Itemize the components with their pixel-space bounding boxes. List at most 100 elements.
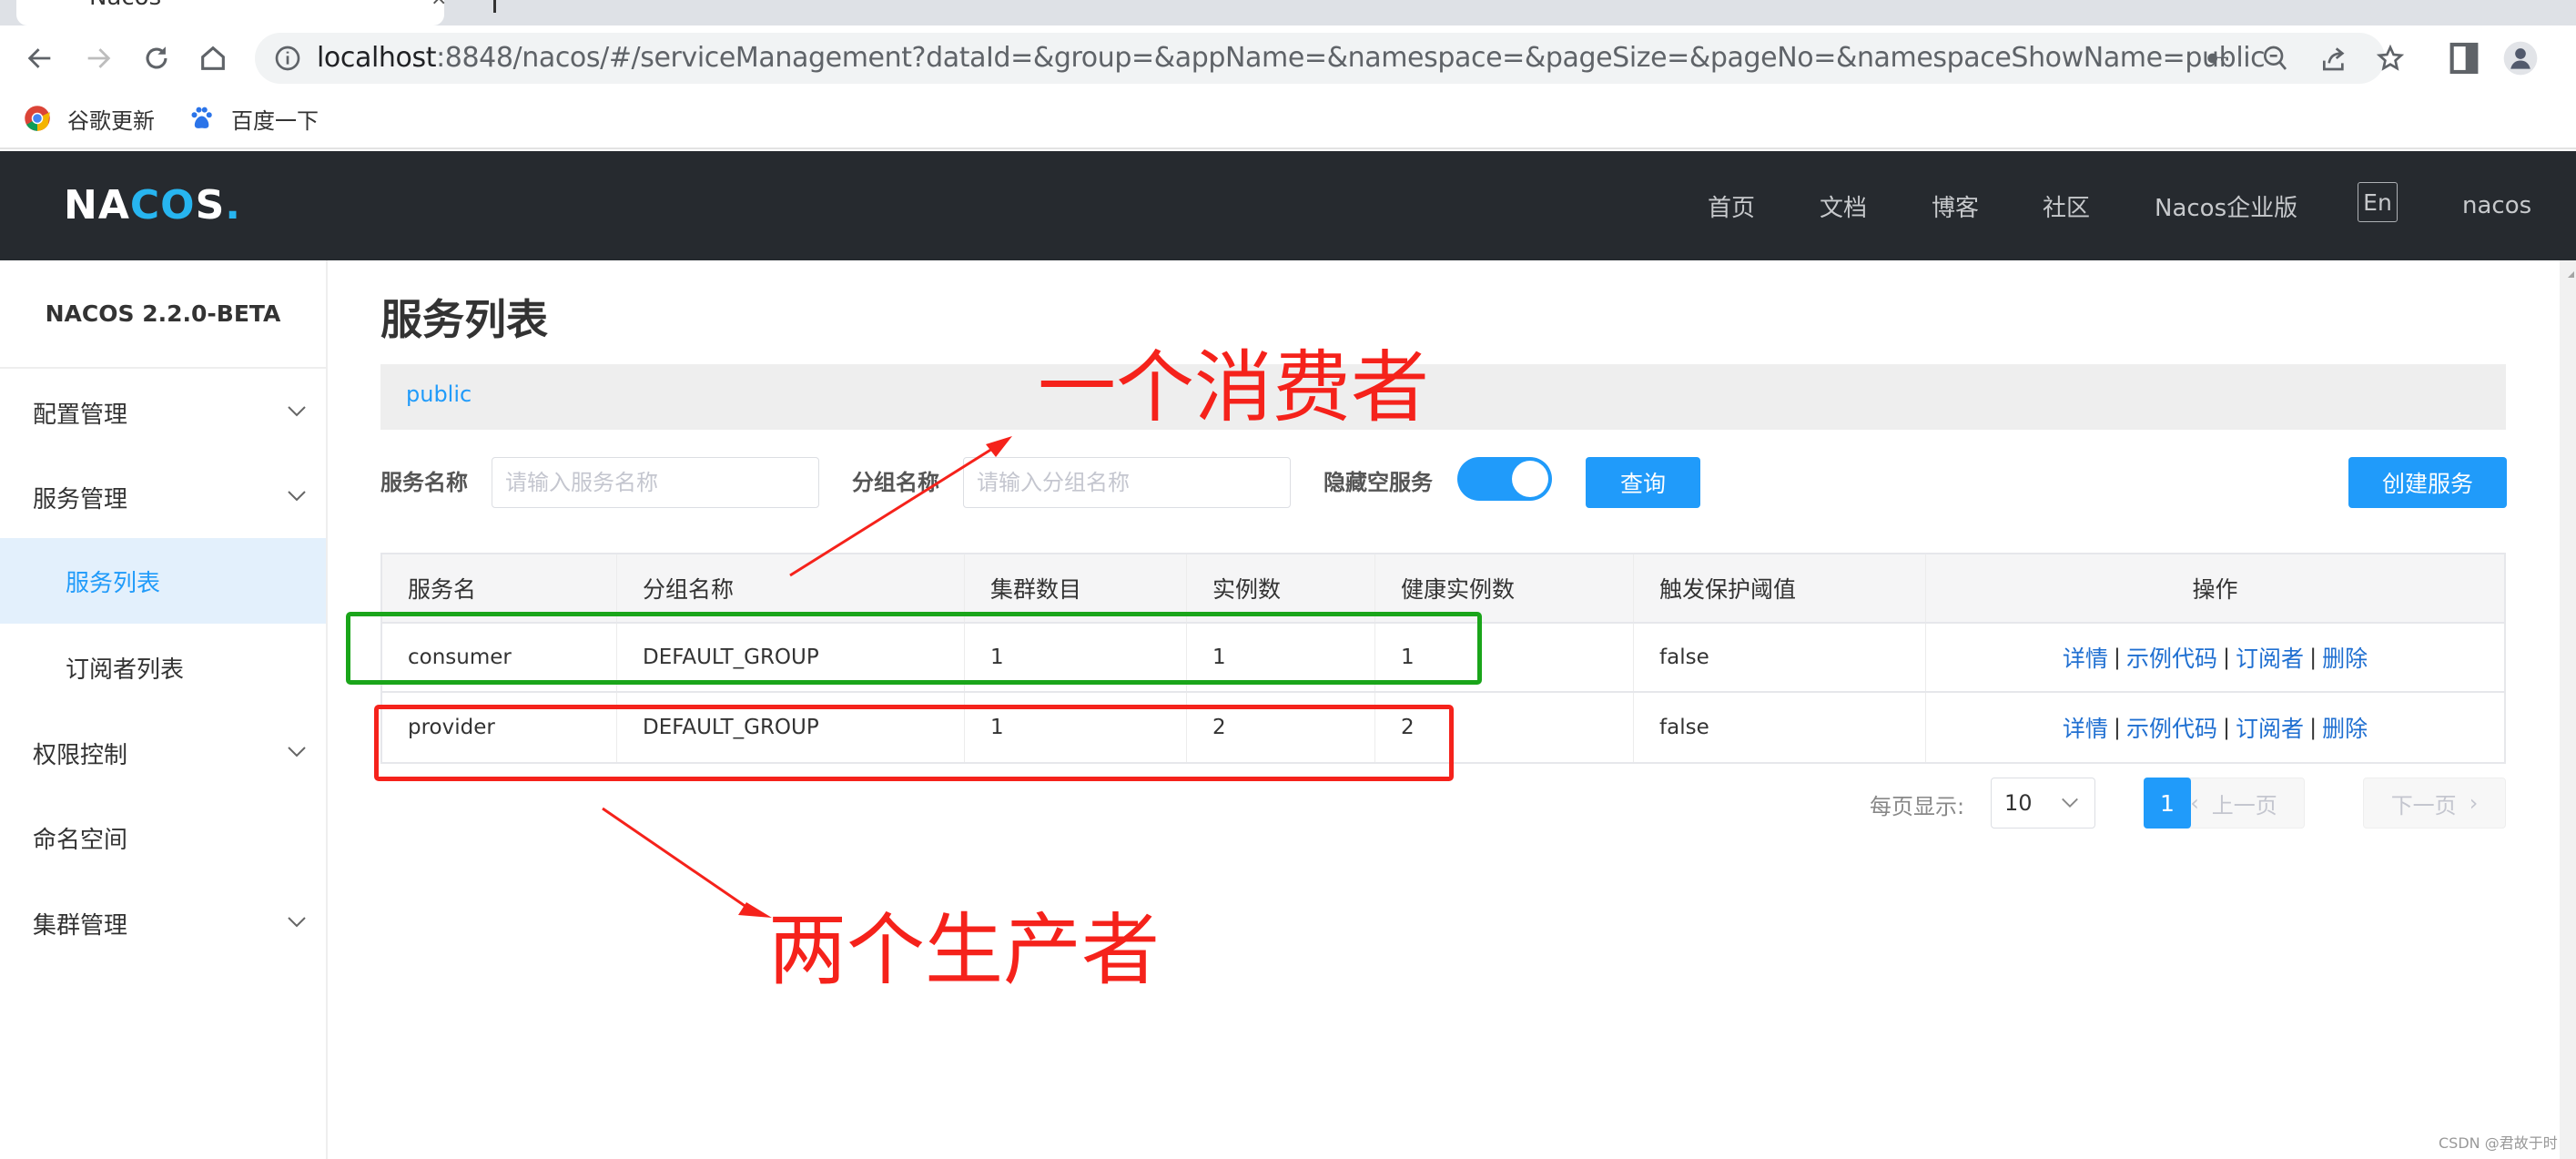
sidebar-item-service-list[interactable]: 服务列表 [0,538,326,624]
namespace-bar: public [380,364,2506,430]
baidu-paw-icon [191,107,212,128]
sidebar-item-namespace[interactable]: 命名空间 [0,795,326,880]
tab-title: Nacos [89,0,161,11]
app-header: NA CO S. 首页 文档 博客 社区 Nacos企业版 En nacos [0,151,2576,260]
logo-text-s: S [195,182,226,229]
hide-empty-service-toggle[interactable] [1457,457,1552,501]
delete-link[interactable]: 删除 [2322,641,2368,674]
info-icon[interactable] [273,44,302,73]
chevron-right-icon: › [2469,790,2479,816]
key-icon[interactable] [2203,44,2232,73]
op-separator: | [2309,715,2317,740]
annotation-arrowhead-consumer [986,436,1012,457]
chrome-icon [25,106,50,131]
page-size-value: 10 [2004,790,2033,816]
sample-code-link[interactable]: 示例代码 [2126,641,2217,674]
share-icon[interactable] [2319,44,2348,73]
nav-home[interactable]: 首页 [1708,151,1755,260]
column-header-protect-threshold: 触发保护阈值 [1634,554,1926,622]
nav-docs[interactable]: 文档 [1820,151,1867,260]
bookmark-google-update[interactable]: 谷歌更新 [24,102,155,135]
op-separator: | [2222,715,2231,740]
cell-protect-threshold: false [1634,693,1926,762]
sidebar-item-access-control[interactable]: 权限控制 [0,710,326,796]
annotation-consumer-highlight [346,612,1482,685]
sidebar-item-label: 配置管理 [33,401,128,429]
hide-empty-service-label: 隐藏空服务 [1323,470,1433,495]
language-switch-button[interactable]: En [2358,182,2398,222]
page-1-button[interactable]: 1 [2144,778,2191,829]
zoom-out-icon[interactable] [2260,44,2289,73]
arrow-right-icon [87,48,111,68]
version-label: NACOS 2.2.0-BETA [0,260,326,369]
logo-text-na: NA [64,182,130,229]
bookmark-baidu[interactable]: 百度一下 [188,102,319,135]
home-button[interactable] [191,36,235,80]
sidebar-item-cluster-management[interactable]: 集群管理 [0,880,326,966]
nacos-logo[interactable]: NA CO S. [64,182,242,229]
reload-icon [146,46,167,69]
chevron-down-icon [288,917,306,928]
browser-tab-inactive[interactable] [455,0,2576,25]
namespace-public-link[interactable]: public [406,381,472,407]
prev-page-label: 上一页 [2211,792,2277,818]
sidebar-item-label: 权限控制 [33,741,128,769]
query-button[interactable]: 查询 [1586,457,1700,508]
nav-blog[interactable]: 博客 [1932,151,1979,260]
subscribers-link[interactable]: 订阅者 [2236,641,2304,674]
next-page-label: 下一页 [2390,792,2457,818]
browser-tab-active[interactable]: Nacos × [16,0,447,25]
profile-avatar-icon[interactable] [2502,40,2539,76]
chevron-down-icon [288,491,306,502]
back-button[interactable] [18,36,62,80]
op-separator: | [2113,645,2121,670]
tab-divider [493,0,496,13]
logo-dot: . [225,182,242,229]
annotation-arrow-provider [602,807,756,915]
user-menu[interactable]: nacos [2462,151,2531,260]
cell-protect-threshold: false [1634,624,1926,691]
annotation-consumer-note: 一个消费者 [1038,342,1429,433]
delete-link[interactable]: 删除 [2322,711,2368,744]
sidebar-item-label: 命名空间 [33,826,128,854]
browser-toolbar: localhost:8848/nacos/#/serviceManagement… [0,25,2576,91]
url-path: :8848/nacos/#/serviceManagement?dataId=&… [436,42,2266,74]
arrow-left-icon [27,48,51,68]
page-size-select[interactable]: 10 [1991,778,2095,829]
reload-button[interactable] [135,36,178,80]
browser-tab-strip: Nacos × [0,0,2576,25]
nav-community[interactable]: 社区 [2043,151,2090,260]
chevron-down-icon [288,406,306,417]
sidebar-item-service-management[interactable]: 服务管理 [0,454,326,540]
bookmark-label: 百度一下 [231,107,319,134]
sample-code-link[interactable]: 示例代码 [2126,711,2217,744]
service-name-input[interactable] [492,457,819,508]
nav-enterprise[interactable]: Nacos企业版 [2155,151,2297,260]
sidebar-item-config-management[interactable]: 配置管理 [0,370,326,455]
group-name-label: 分组名称 [852,470,939,495]
detail-link[interactable]: 详情 [2063,711,2108,744]
column-header-operations: 操作 [2192,576,2238,603]
address-bar[interactable]: localhost:8848/nacos/#/serviceManagement… [255,33,2405,84]
create-service-button[interactable]: 创建服务 [2348,457,2507,508]
forward-button[interactable] [76,36,120,80]
group-name-input[interactable] [963,457,1291,508]
csdn-watermark: CSDN @君故于时 [2439,1134,2558,1152]
sidebar: NACOS 2.2.0-BETA 配置管理 服务管理 服务列表 订阅者列表 权限… [0,260,328,1159]
next-page-button[interactable]: 下一页 › [2363,778,2506,829]
star-icon[interactable] [2376,44,2405,73]
sidebar-item-subscriber-list[interactable]: 订阅者列表 [0,625,326,710]
chevron-down-icon [288,747,306,757]
detail-link[interactable]: 详情 [2063,641,2108,674]
op-separator: | [2222,645,2231,670]
side-panel-icon[interactable] [2446,40,2482,76]
sidebar-item-label: 服务列表 [66,569,161,597]
tab-close-icon[interactable]: × [431,0,447,10]
bookmarks-bar: 谷歌更新 百度一下 [0,91,2576,149]
url-text[interactable]: localhost:8848/nacos/#/serviceManagement… [317,41,2266,76]
op-separator: | [2113,715,2121,740]
subscribers-link[interactable]: 订阅者 [2236,711,2304,744]
page-scrollbar[interactable] [2560,260,2576,1159]
scroll-up-arrow-icon[interactable] [2568,271,2574,278]
sidebar-item-label: 服务管理 [33,485,128,513]
